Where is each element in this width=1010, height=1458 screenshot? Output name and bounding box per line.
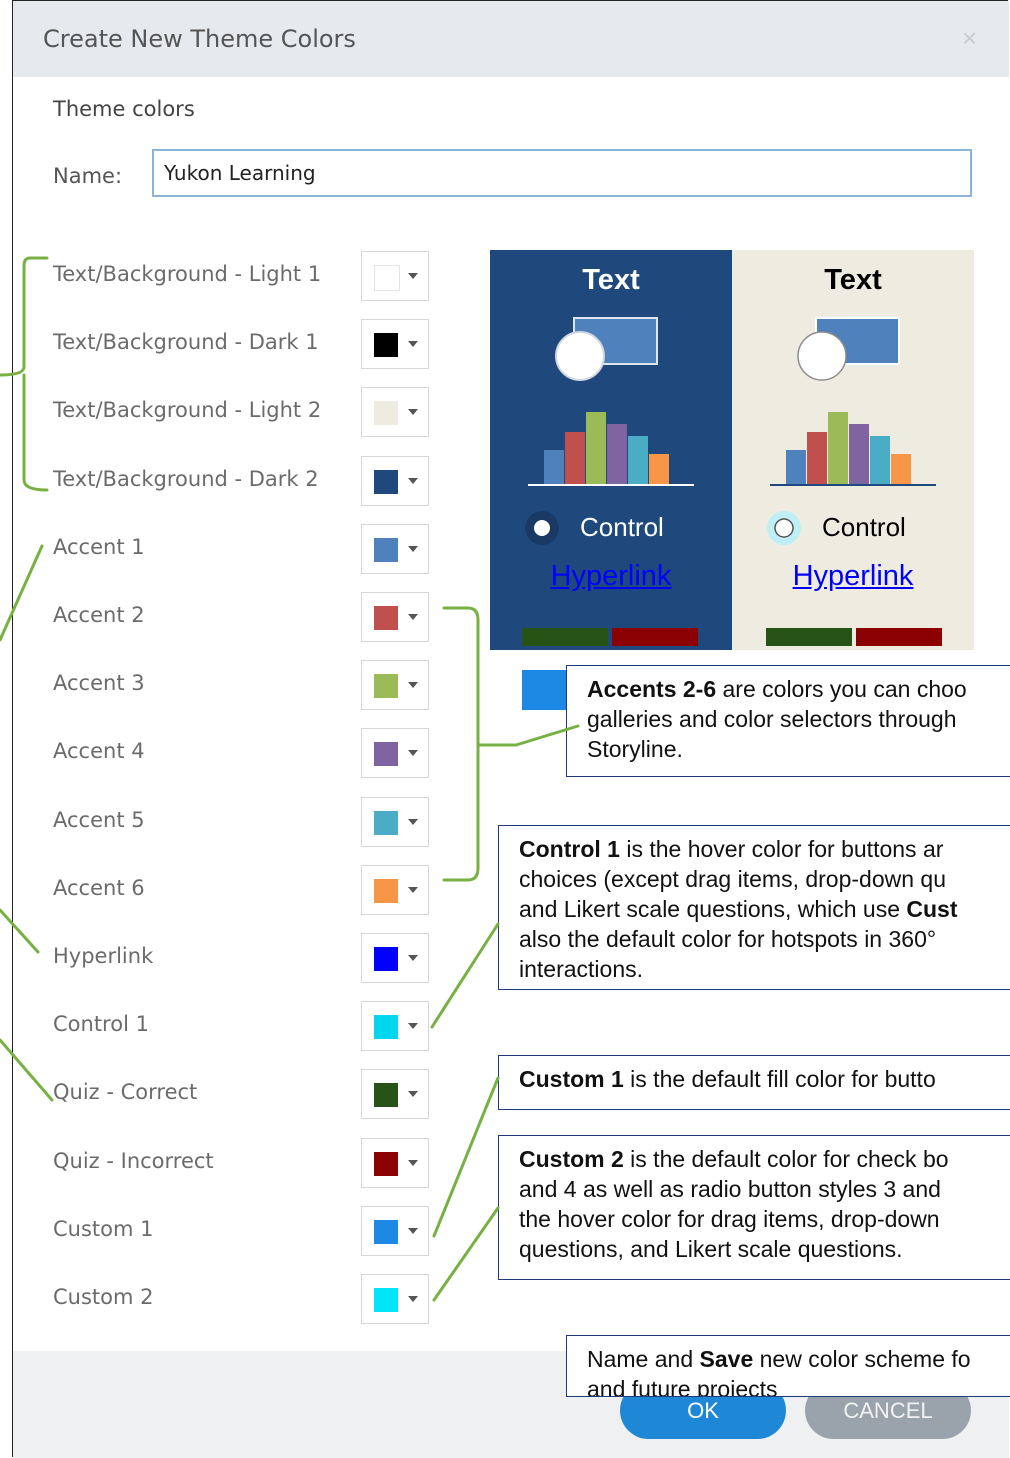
name-input[interactable] [152,149,972,197]
callout-control1: Control 1 is the hover color for buttons… [498,825,1010,990]
row-label: Text/Background - Light 2 [53,398,322,422]
theme-preview: Text Control Hyperlink Text Control Hype… [490,250,974,710]
callout-accents: Accents 2-6 are colors you can choo gall… [566,665,1010,777]
color-swatch [374,1288,398,1312]
chevron-down-icon [408,614,418,620]
color-swatch [374,1083,398,1107]
dialog-title: Create New Theme Colors [43,25,356,53]
color-swatch [374,265,400,291]
color-swatch [374,538,398,562]
chevron-down-icon [408,1091,418,1097]
color-swatch [374,811,398,835]
color-picker[interactable] [361,933,429,983]
color-picker[interactable] [361,251,429,301]
callout-custom2: Custom 2 is the default color for check … [498,1135,1010,1280]
color-picker[interactable] [361,1274,429,1324]
row-label: Quiz - Incorrect [53,1149,214,1173]
color-swatch [374,742,398,766]
color-swatch [374,333,398,357]
preview-light-hyperlink[interactable]: Hyperlink [732,560,974,593]
color-picker[interactable] [361,1069,429,1119]
row-label: Custom 1 [53,1217,154,1241]
color-swatch [374,947,398,971]
row-label: Text/Background - Dark 1 [53,330,319,354]
callout-custom1: Custom 1 is the default fill color for b… [498,1055,1010,1110]
callout-save: Name and Save new color scheme fo and fu… [566,1335,1010,1397]
chevron-down-icon [408,409,418,415]
radio-light-inner [774,518,794,538]
color-picker[interactable] [361,524,429,574]
color-picker[interactable] [361,1138,429,1188]
preview-light-control: Control [822,512,906,542]
row-label: Accent 5 [53,808,145,832]
chevron-down-icon [408,1160,418,1166]
preview-light-chart [770,412,936,486]
correct-bar [766,628,852,646]
color-picker[interactable] [361,1001,429,1051]
row-label: Accent 3 [53,671,145,695]
color-swatch [374,1015,398,1039]
row-label: Accent 2 [53,603,145,627]
color-swatch [374,879,398,903]
row-label: Custom 2 [53,1285,154,1309]
color-swatch [374,674,398,698]
chevron-down-icon [408,887,418,893]
row-label: Text/Background - Dark 2 [53,467,319,491]
color-picker[interactable] [361,660,429,710]
preview-dark-control: Control [580,512,664,542]
radio-dark-inner [534,520,550,536]
color-picker[interactable] [361,728,429,778]
row-label: Accent 4 [53,739,145,763]
color-swatch [374,606,398,630]
chevron-down-icon [408,1023,418,1029]
color-picker[interactable] [361,1206,429,1256]
row-label: Text/Background - Light 1 [53,262,322,286]
chevron-down-icon [408,819,418,825]
name-label: Name: [53,164,123,188]
chevron-down-icon [408,750,418,756]
color-swatch [374,401,398,425]
color-swatch [374,1220,398,1244]
row-label: Accent 1 [53,535,145,559]
chevron-down-icon [408,478,418,484]
color-picker[interactable] [361,319,429,369]
chevron-down-icon [408,341,418,347]
preview-dark-chart [528,412,694,486]
incorrect-bar [612,628,698,646]
correct-bar [522,628,608,646]
chevron-down-icon [408,682,418,688]
color-picker[interactable] [361,865,429,915]
chevron-down-icon [408,1296,418,1302]
chevron-down-icon [408,1228,418,1234]
section-title: Theme colors [53,97,195,121]
color-picker[interactable] [361,456,429,506]
color-swatch [374,470,398,494]
preview-circle [555,331,605,381]
chevron-down-icon [408,273,418,279]
color-picker[interactable] [361,387,429,437]
close-icon[interactable]: × [962,23,977,54]
preview-dark-hyperlink[interactable]: Hyperlink [490,560,732,593]
row-label: Accent 6 [53,876,145,900]
dialog-titlebar: Create New Theme Colors × [13,1,1009,77]
color-picker[interactable] [361,592,429,642]
preview-circle [797,331,847,381]
row-label: Quiz - Correct [53,1080,198,1104]
preview-dark: Text Control Hyperlink [490,250,732,650]
incorrect-bar [856,628,942,646]
preview-light: Text Control Hyperlink [732,250,974,650]
chevron-down-icon [408,546,418,552]
color-picker[interactable] [361,797,429,847]
color-swatch [374,1152,398,1176]
row-label: Hyperlink [53,944,154,968]
chevron-down-icon [408,955,418,961]
row-label: Control 1 [53,1012,149,1036]
